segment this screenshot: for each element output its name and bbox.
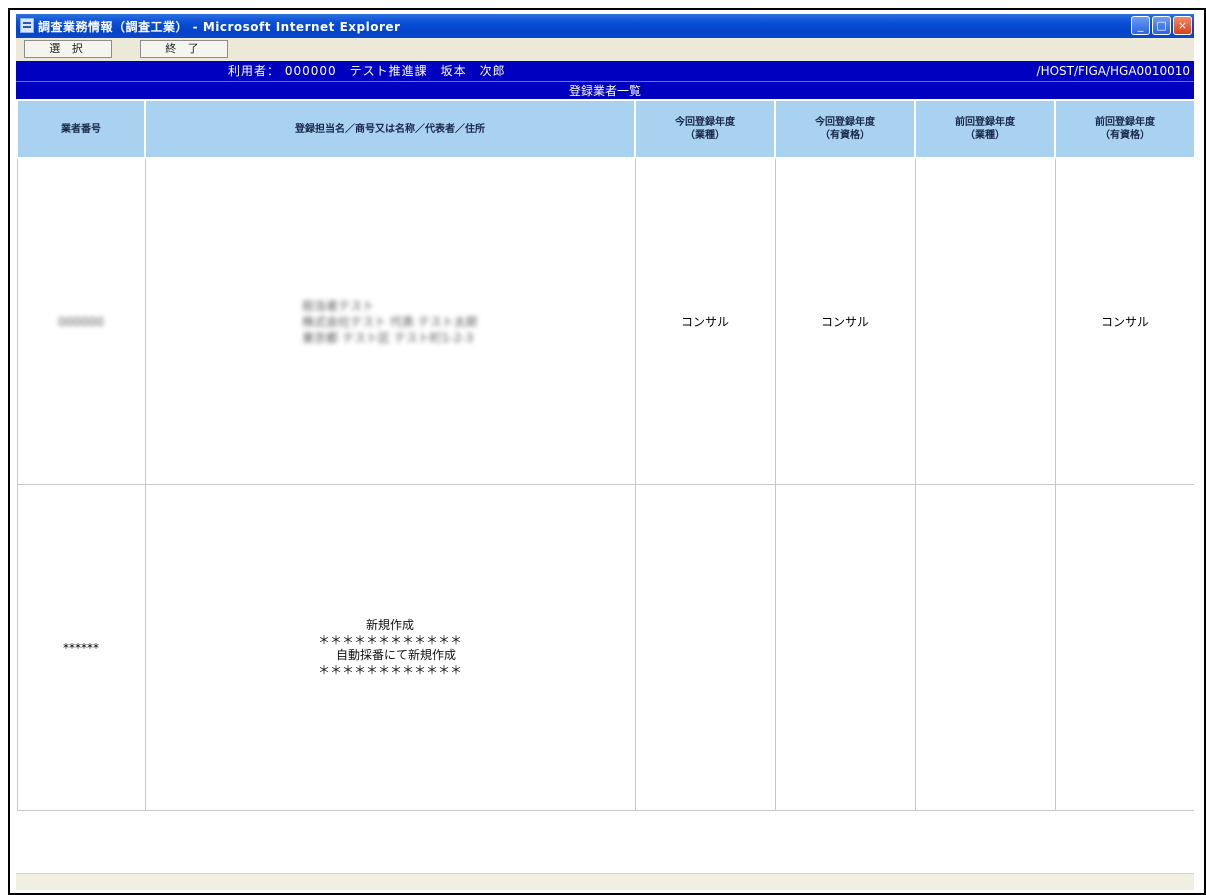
window-title: 調査業務情報（調査工業） - Microsoft Internet Explor…	[38, 20, 401, 34]
table-row[interactable]: ****** 新規作成 ＊＊＊＊＊＊＊＊＊＊＊＊ 自動採番にて新規作成 ＊＊＊＊…	[16, 484, 1194, 811]
window-controls: _ □ ×	[1131, 16, 1192, 36]
cur-qual-cell	[774, 484, 916, 811]
col-header-vendor-no[interactable]: 業者番号	[16, 99, 146, 159]
vendor-table: 業者番号 登録担当名／商号又は名称／代表者／住所 今回登録年度 （業種） 今回登…	[16, 99, 1194, 811]
cur-type-cell	[634, 484, 776, 811]
vendor-info-cell[interactable]: 担当者テスト 株式会社テスト 代表 テスト太郎 東京都 テスト区 テスト町1-2…	[144, 157, 636, 485]
col-header-vendor-info[interactable]: 登録担当名／商号又は名称／代表者／住所	[144, 99, 636, 159]
cur-type-cell: コンサル	[634, 157, 776, 485]
prev-qual-cell: コンサル	[1054, 157, 1194, 485]
vendor-company: 株式会社テスト 代表 テスト太郎	[302, 314, 478, 329]
vendor-no-cell[interactable]: ******	[16, 484, 146, 811]
title-bar: 調査業務情報（調査工業） - Microsoft Internet Explor…	[16, 14, 1194, 38]
select-button[interactable]: 選 択	[24, 40, 112, 58]
exit-button[interactable]: 終 了	[140, 40, 228, 58]
list-title: 登録業者一覧	[16, 81, 1194, 99]
vendor-no: 000000	[58, 314, 104, 329]
prev-qual-cell	[1054, 484, 1194, 811]
new-entry-notice: 新規作成 ＊＊＊＊＊＊＊＊＊＊＊＊ 自動採番にて新規作成 ＊＊＊＊＊＊＊＊＊＊＊…	[317, 617, 462, 677]
user-info: 利用者： 000000 テスト推進課 坂本 次郎	[228, 64, 506, 78]
vendor-no-cell[interactable]: 000000	[16, 157, 146, 485]
cur-qual-cell: コンサル	[774, 157, 916, 485]
new-entry-cell[interactable]: 新規作成 ＊＊＊＊＊＊＊＊＊＊＊＊ 自動採番にて新規作成 ＊＊＊＊＊＊＊＊＊＊＊…	[144, 484, 636, 811]
app-icon	[20, 18, 34, 33]
col-header-prev-type[interactable]: 前回登録年度 （業種）	[914, 99, 1056, 159]
vendor-address: 東京都 テスト区 テスト町1-2-3	[302, 330, 474, 345]
user-bar: 利用者： 000000 テスト推進課 坂本 次郎 /HOST/FIGA/HGA0…	[16, 61, 1194, 81]
browser-window: 調査業務情報（調査工業） - Microsoft Internet Explor…	[16, 14, 1194, 890]
toolbar: 選 択 終 了	[16, 38, 1194, 61]
table-header-row: 業者番号 登録担当名／商号又は名称／代表者／住所 今回登録年度 （業種） 今回登…	[16, 99, 1194, 159]
vendor-contact: 担当者テスト	[302, 298, 375, 313]
prev-type-cell	[914, 484, 1056, 811]
col-header-cur-qual[interactable]: 今回登録年度 （有資格）	[774, 99, 916, 159]
maximize-button[interactable]: □	[1152, 16, 1171, 35]
horizontal-scrollbar[interactable]	[16, 873, 1194, 890]
table-row[interactable]: 000000 担当者テスト 株式会社テスト 代表 テスト太郎 東京都 テスト区 …	[16, 157, 1194, 485]
prev-type-cell	[914, 157, 1056, 485]
minimize-button[interactable]: _	[1131, 16, 1150, 35]
screen-path: /HOST/FIGA/HGA0010010	[1036, 64, 1190, 78]
col-header-prev-qual[interactable]: 前回登録年度 （有資格）	[1054, 99, 1194, 159]
vendor-info: 担当者テスト 株式会社テスト 代表 テスト太郎 東京都 テスト区 テスト町1-2…	[302, 298, 478, 346]
col-header-cur-type[interactable]: 今回登録年度 （業種）	[634, 99, 776, 159]
close-button[interactable]: ×	[1173, 16, 1192, 35]
